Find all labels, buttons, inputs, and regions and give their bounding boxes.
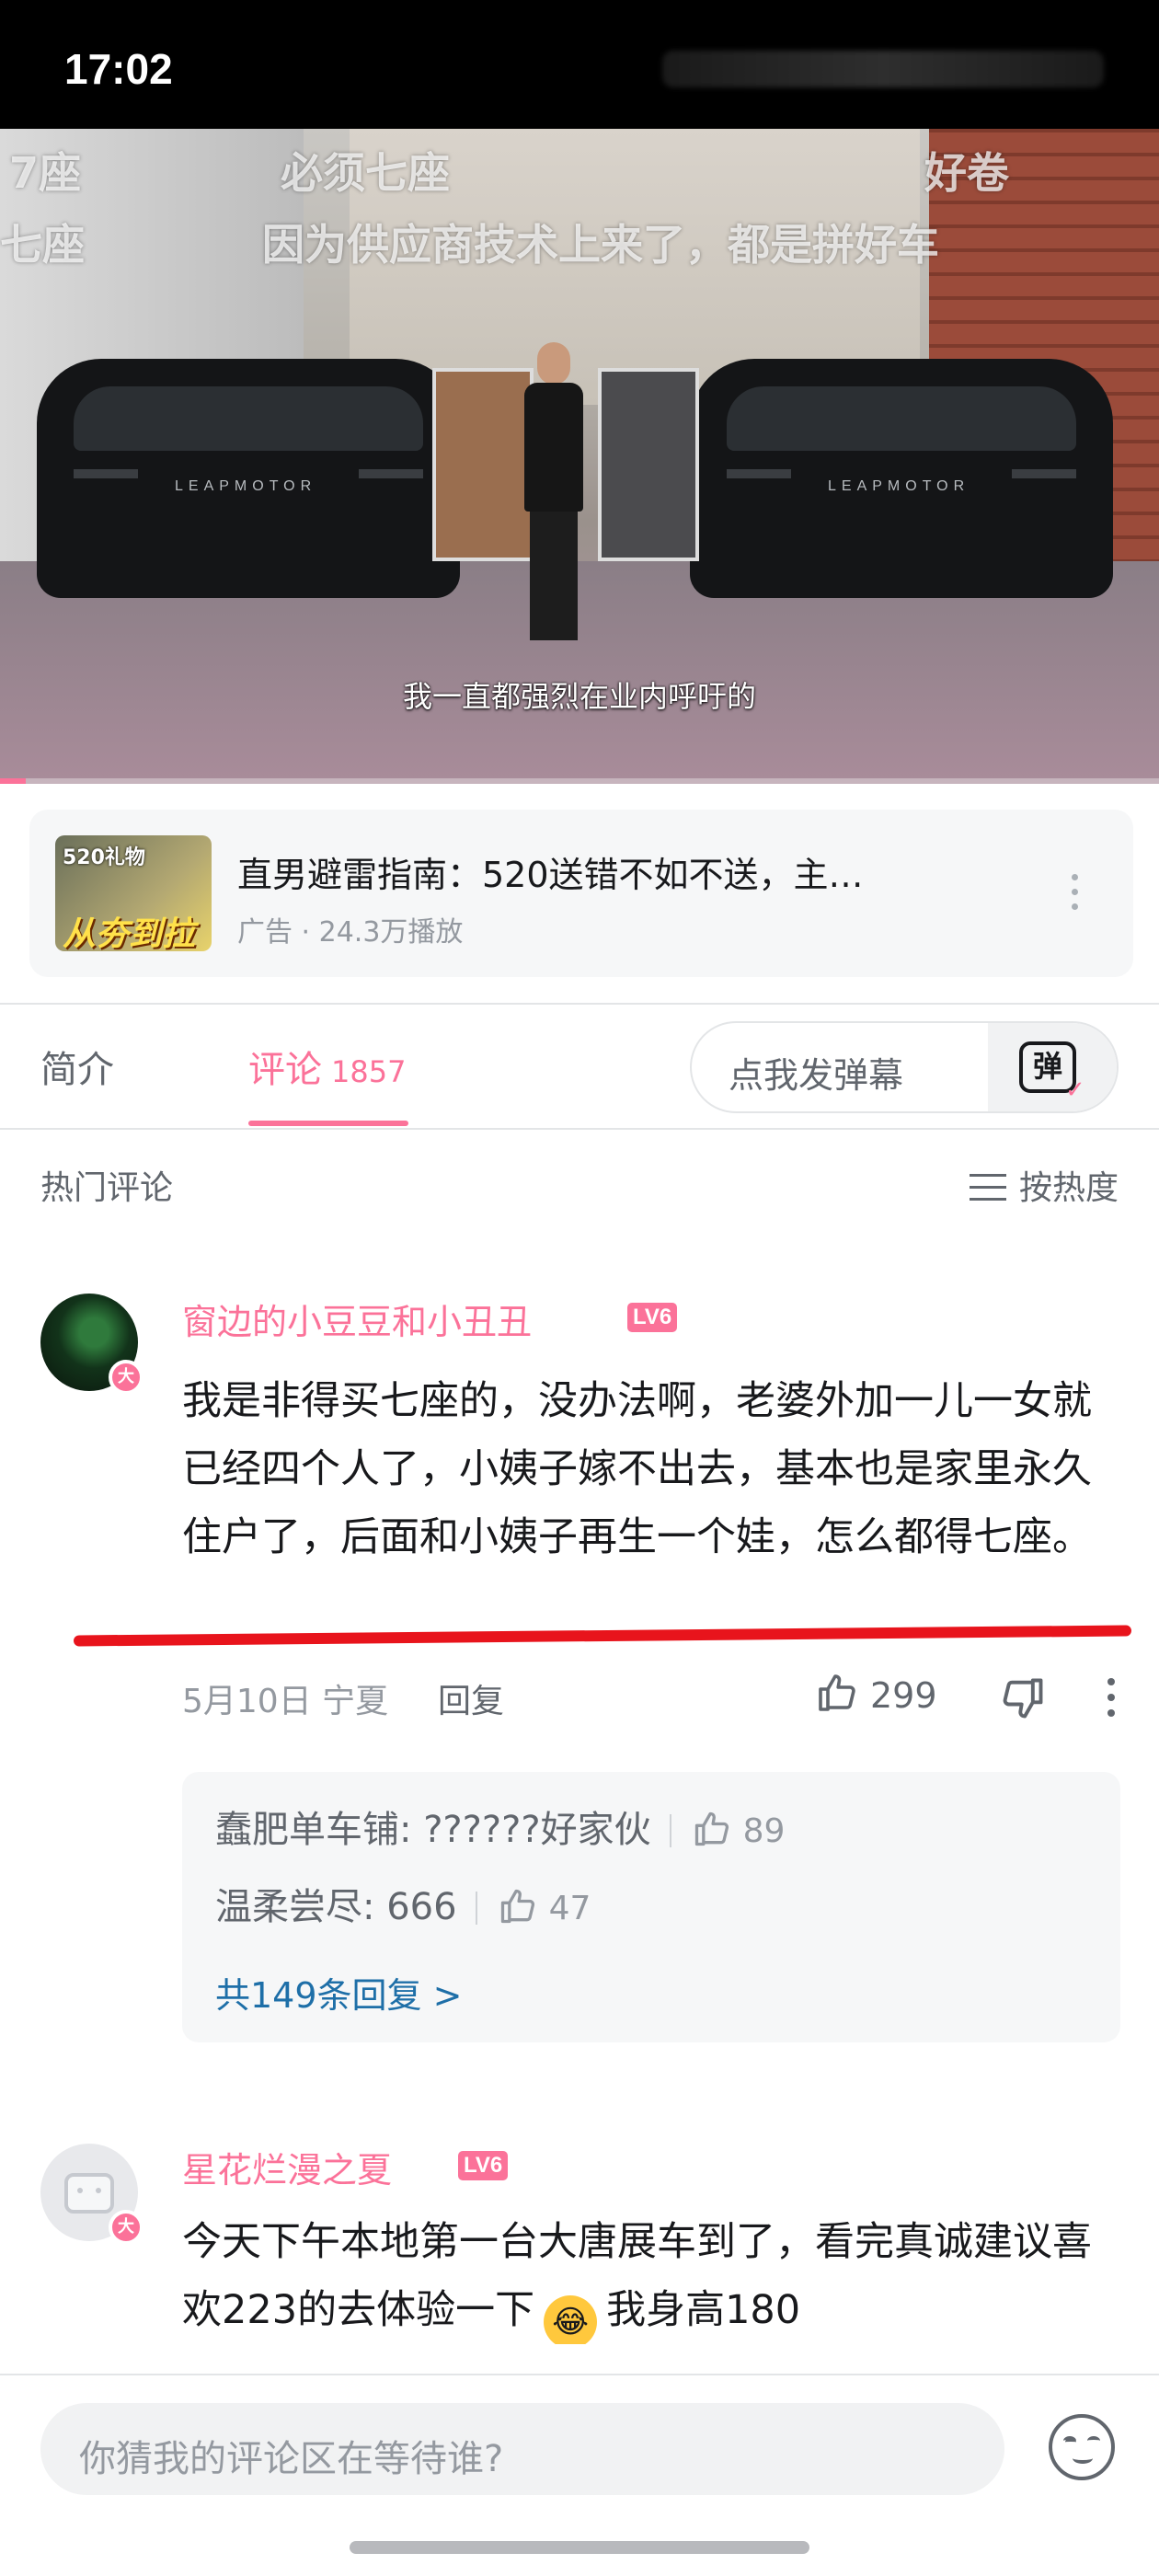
thumb-down-icon[interactable]: [999, 1674, 1047, 1722]
danmaku-toggle-button[interactable]: 弹 ✓: [988, 1023, 1117, 1111]
thumb-up-icon[interactable]: [498, 1886, 538, 1926]
avatar[interactable]: 大: [40, 1294, 143, 1395]
thumb-up-icon: [819, 1674, 855, 1711]
replies-box[interactable]: 蠢肥单车铺: ??????好家伙 89 温柔尝尽: 666 47 共149条回复 >: [182, 1772, 1120, 2042]
status-icons-blurred: [662, 51, 1104, 87]
reply-button[interactable]: 回复: [438, 1674, 504, 1722]
more-vertical-icon[interactable]: [1106, 1678, 1117, 1720]
comment-date-location: 5月10日 宁夏: [182, 1683, 389, 1720]
reply-text: 666: [386, 1886, 457, 1928]
danmaku-placeholder: 点我发弹幕: [729, 1055, 904, 1096]
video-overlay-text: 必须七座: [281, 148, 450, 198]
danmaku-input[interactable]: 点我发弹幕 弹 ✓: [690, 1021, 1119, 1113]
tab-comments[interactable]: 评论 1857: [248, 1040, 406, 1093]
video-player[interactable]: LEAPMOTOR LEAPMOTOR 7座 必须七座 好卷 七座 因为供应商技…: [0, 129, 1159, 784]
like-button[interactable]: 299: [815, 1671, 937, 1716]
comment-text: 我是非得买七座的，没办法啊，老婆外加一儿一女就已经四个人了，小姨子嫁不出去，基本…: [182, 1378, 1092, 1560]
car-left: LEAPMOTOR: [37, 359, 460, 598]
comment-input-placeholder: 你猜我的评论区在等待谁?: [79, 2438, 504, 2480]
comment-input[interactable]: 你猜我的评论区在等待谁?: [40, 2403, 1004, 2495]
presenter: [517, 342, 591, 655]
reply-item[interactable]: 温柔尝尽: 666 47: [215, 1877, 591, 1930]
ad-meta: 广告 · 24.3万播放: [237, 916, 464, 949]
vip-badge: 大: [109, 2210, 143, 2245]
comment-count: 1857: [331, 1054, 407, 1089]
reply-user: 蠢肥单车铺: [215, 1809, 399, 1851]
video-progress-fill: [0, 778, 26, 784]
status-bar: 17:02: [0, 0, 1159, 129]
status-time: 17:02: [64, 45, 173, 93]
level-badge: LV6: [458, 2151, 509, 2180]
divider: [0, 1128, 1159, 1130]
reply-text: ??????好家伙: [423, 1809, 651, 1851]
avatar[interactable]: 大: [40, 2144, 143, 2245]
thumb-up-icon[interactable]: [692, 1809, 732, 1849]
ad-thumbnail: 520礼物 从夯到拉: [55, 835, 212, 951]
reply-like-count: 89: [742, 1812, 786, 1850]
emoji-icon[interactable]: [1049, 2414, 1115, 2480]
home-indicator: [350, 2541, 809, 2554]
like-count: 299: [870, 1675, 937, 1716]
video-overlay-text: 因为供应商技术上来了，都是拼好车: [262, 220, 939, 270]
sort-button[interactable]: 按热度: [969, 1161, 1119, 1209]
video-overlay-text: 七座: [0, 220, 85, 270]
red-underline-annotation: [73, 1625, 1132, 1647]
sort-label: 按热度: [1018, 1169, 1119, 1207]
tv-mascot-icon: [64, 2173, 114, 2214]
vip-badge: 大: [109, 1360, 143, 1395]
crying-laughing-emoji-icon: 😂: [544, 2295, 598, 2344]
divider: [0, 1003, 1159, 1005]
video-progress-bar[interactable]: [0, 778, 1159, 784]
ad-title: 直男避雷指南：520送错不如不送，主…: [237, 855, 864, 895]
tab-intro[interactable]: 简介: [40, 1040, 114, 1093]
level-badge: LV6: [627, 1303, 678, 1332]
tab-indicator: [248, 1121, 408, 1126]
tab-comments-label: 评论: [248, 1049, 322, 1091]
username[interactable]: 窗边的小豆豆和小丑丑: [182, 1294, 532, 1344]
bottom-comment-bar: 你猜我的评论区在等待谁?: [0, 2374, 1159, 2576]
username[interactable]: 星花烂漫之夏: [182, 2142, 392, 2192]
sort-lines-icon: [969, 1174, 1006, 1202]
reply-like-count: 47: [548, 1890, 591, 1927]
video-overlay-text: 7座: [9, 148, 82, 198]
more-vertical-icon[interactable]: [1065, 874, 1084, 918]
view-all-replies-link[interactable]: 共149条回复 >: [215, 1967, 462, 2018]
comment-text: 今天下午本地第一台大唐展车到了，看完真诚建议喜欢223的去体验一下 😂 我身高180: [182, 2208, 1120, 2344]
video-subtitle: 我一直都强烈在业内呼吁的: [402, 679, 756, 714]
ad-card[interactable]: 520礼物 从夯到拉 直男避雷指南：520送错不如不送，主… 广告 · 24.3…: [29, 810, 1133, 977]
reply-user: 温柔尝尽: [215, 1886, 362, 1928]
video-overlay-text: 好卷: [924, 148, 1009, 198]
check-icon: ✓: [1065, 1076, 1085, 1104]
hot-comments-label: 热门评论: [40, 1169, 174, 1207]
reply-item[interactable]: 蠢肥单车铺: ??????好家伙 89: [215, 1800, 785, 1853]
car-right: LEAPMOTOR: [690, 359, 1113, 598]
